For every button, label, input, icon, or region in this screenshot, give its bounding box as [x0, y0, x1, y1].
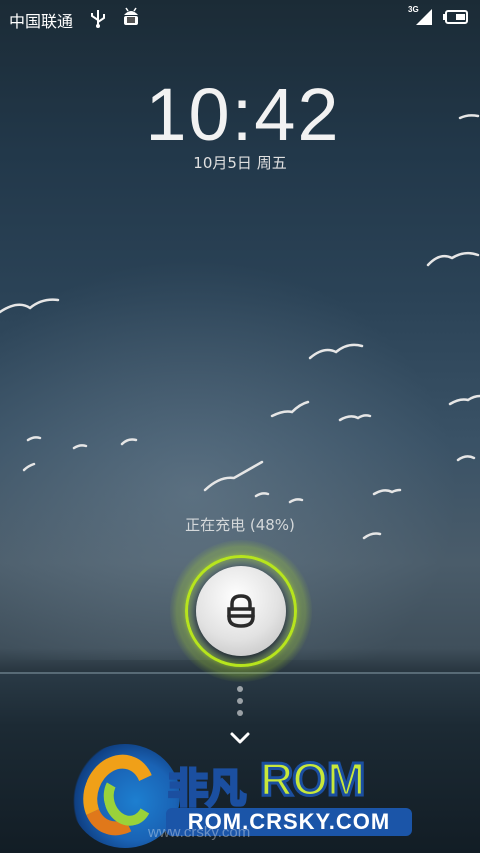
hint-dot — [237, 686, 243, 692]
clock-date: 10月5日 周五 — [193, 154, 287, 172]
status-bar: 中国联通 3G — [0, 0, 480, 36]
lock-icon — [227, 594, 255, 628]
clock-time: 10:42 — [145, 73, 341, 156]
hint-dot — [237, 698, 243, 704]
signal-icon — [416, 9, 432, 25]
charging-status: 正在充电 (48%) — [185, 516, 295, 534]
site-watermark: 非凡 ROM ROM.CRSKY.COM www.crsky.com — [70, 744, 420, 852]
android-debug-icon — [124, 7, 138, 25]
carrier-label: 中国联通 — [9, 14, 74, 31]
faint-url: www.crsky.com — [148, 824, 251, 841]
usb-icon — [91, 10, 105, 28]
battery-icon — [443, 10, 468, 24]
brand-name-rom: ROM — [258, 752, 366, 807]
hint-dot — [237, 710, 243, 716]
unlock-button[interactable] — [196, 566, 286, 656]
brand-name-cn: 非凡 — [167, 765, 248, 814]
swipe-hint-dots — [236, 686, 244, 722]
